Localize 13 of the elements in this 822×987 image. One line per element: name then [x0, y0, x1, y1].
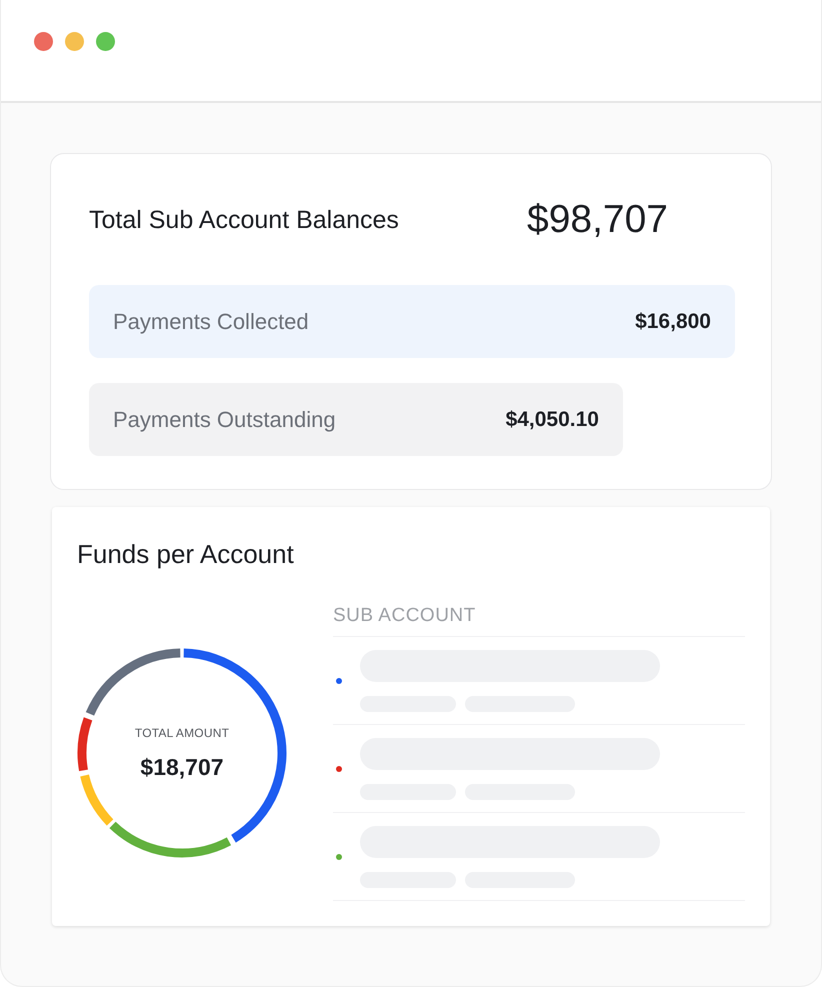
payment-amount: $4,050.10 [506, 408, 599, 432]
payment-label: Payments Outstanding [113, 406, 336, 432]
window-control-button[interactable] [96, 32, 115, 51]
window-control-button[interactable] [65, 32, 84, 51]
card-title: Total Sub Account Balances [89, 206, 400, 234]
section-title: Funds per Account [77, 539, 295, 570]
total-balance: $98,707 [527, 198, 668, 242]
payment-label: Payments Collected [113, 308, 309, 334]
donut-label: TOTAL AMOUNT [134, 726, 230, 740]
column-header: SUB ACCOUNT [333, 605, 745, 637]
payment-amount: $16,800 [635, 310, 711, 334]
window-control-button[interactable] [34, 32, 53, 51]
donut-total: $18,707 [140, 754, 224, 780]
